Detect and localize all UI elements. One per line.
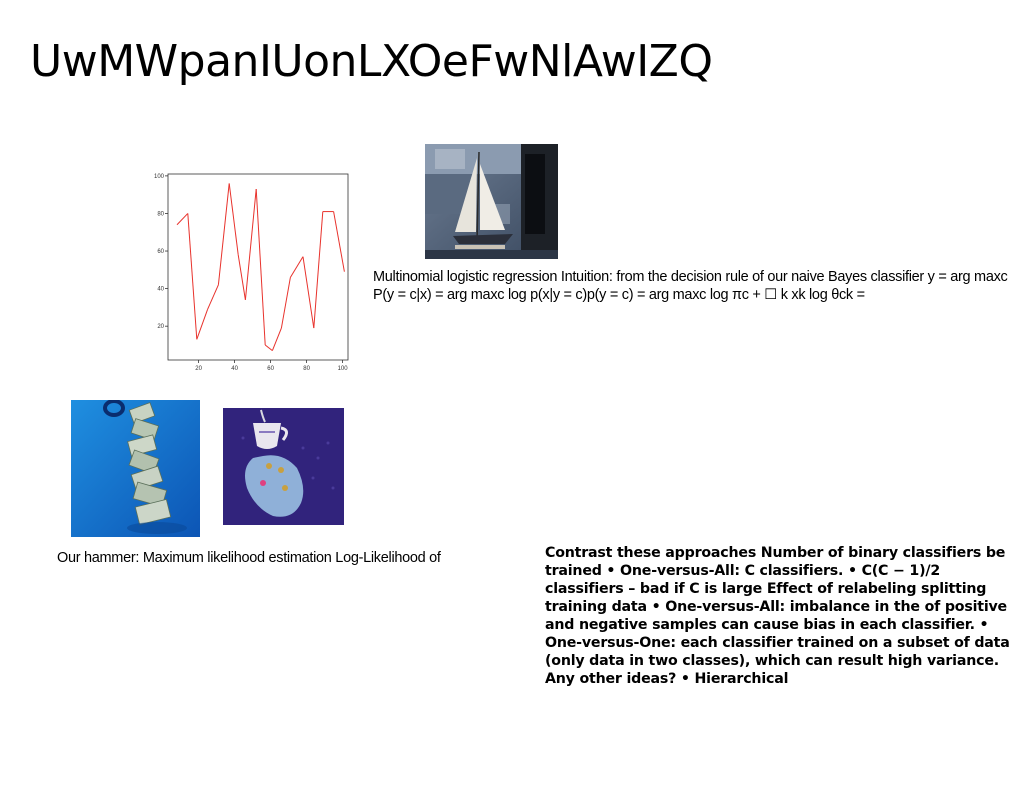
series-line-segment [187,213,198,340]
money-stack-photo [71,400,200,537]
series-line-segment [255,189,266,345]
series-line-segment [244,188,257,300]
series-line-segment [289,256,304,278]
series-line-segment [271,327,282,351]
slide-title: UwMWpanIUonLXOeFwNlAwIZQ [30,36,713,87]
line-chart-svg: 20 40 60 80 100 20 40 60 80 100 [154,173,349,372]
chart-frame [167,173,349,361]
series-line-segment [237,254,246,300]
series-line-segment [333,211,345,272]
logistic-regression-text: Multinomial logistic regression Intuitio… [373,269,1008,303]
series-line-segment [196,309,209,340]
x-tick-label: 100 [338,366,349,372]
sailboat-photo [425,144,558,259]
series-line-segment [228,183,239,255]
y-tick-label: 60 [157,249,164,255]
x-tick-label: 80 [303,366,310,372]
x-tick-label: 20 [195,366,202,372]
hammer-text: Our hammer: Maximum likelihood estimatio… [57,550,441,566]
series-line-segment [264,344,273,351]
series-line-segment [313,211,324,329]
x-tick-label: 40 [231,366,238,372]
line-chart: 20 40 60 80 100 20 40 60 80 100 [146,166,354,376]
y-tick-label: 80 [157,211,164,217]
series-line-segment [176,213,189,226]
y-tick-label: 100 [154,174,165,180]
series-line-segment [207,284,219,310]
x-tick-label: 60 [267,366,274,372]
series-line-segment [280,277,291,329]
series-line-segment [217,183,230,285]
y-tick-label: 20 [157,324,164,330]
contrast-approaches-text: Contrast these approaches Number of bina… [545,545,1010,687]
teacup-hand-photo [223,408,344,525]
y-tick-label: 40 [157,287,164,293]
series-line-segment [302,256,315,329]
